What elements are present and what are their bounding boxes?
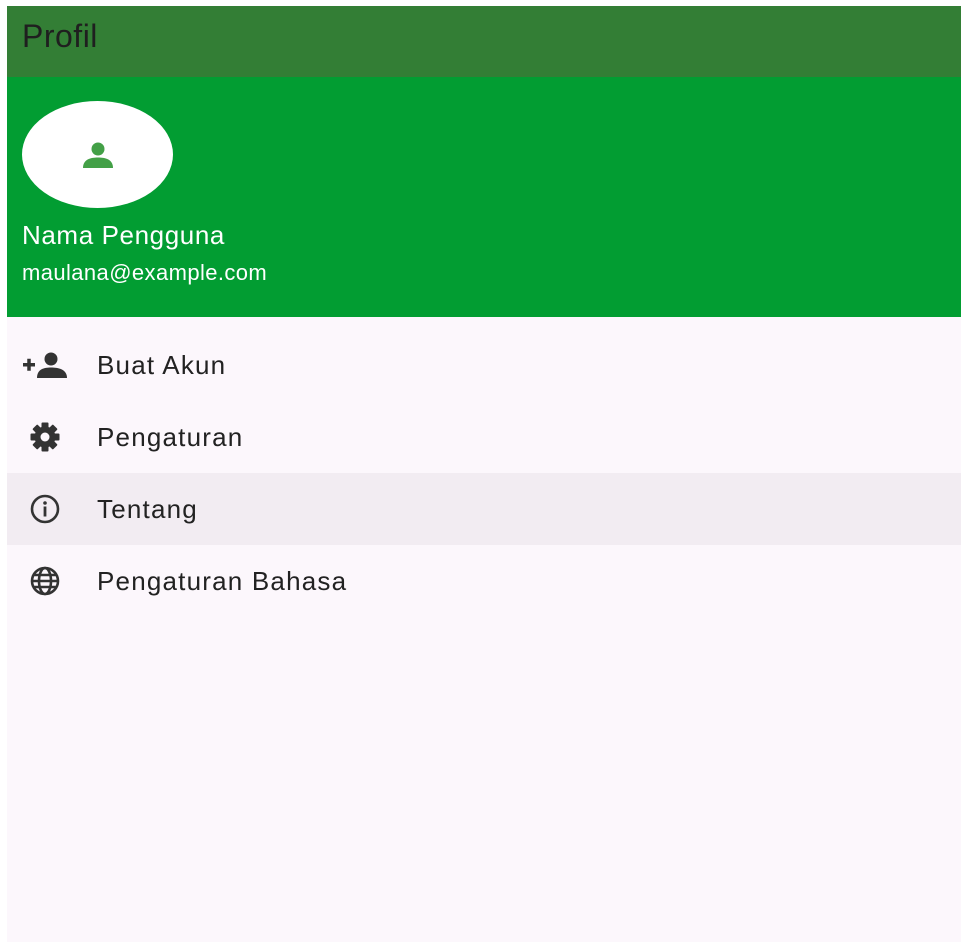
menu-item-label: Buat Akun [97,349,227,380]
menu-item-label: Tentang [97,493,198,524]
avatar[interactable] [22,101,173,208]
menu-item-label: Pengaturan Bahasa [97,565,348,596]
profile-screen: Profil Nama Pengguna maulana@example.com… [7,6,961,942]
menu-item-tentang[interactable]: Tentang [7,473,961,545]
menu-item-label: Pengaturan [97,421,244,452]
menu-item-buat-akun[interactable]: Buat Akun [7,329,961,401]
user-name: Nama Pengguna [22,220,225,250]
menu-item-pengaturan-bahasa[interactable]: Pengaturan Bahasa [7,545,961,617]
gear-icon [22,421,68,453]
app-bar: Profil [7,6,961,77]
drawer-menu: Buat Akun Pengaturan Tentang Pengaturan … [7,317,961,617]
globe-icon [22,565,68,597]
person-icon [82,142,113,168]
profile-header: Nama Pengguna maulana@example.com [7,77,961,317]
user-email: maulana@example.com [22,260,268,285]
info-icon [22,493,68,525]
menu-item-pengaturan[interactable]: Pengaturan [7,401,961,473]
person-add-icon [22,349,68,381]
app-bar-title: Profil [22,18,98,54]
